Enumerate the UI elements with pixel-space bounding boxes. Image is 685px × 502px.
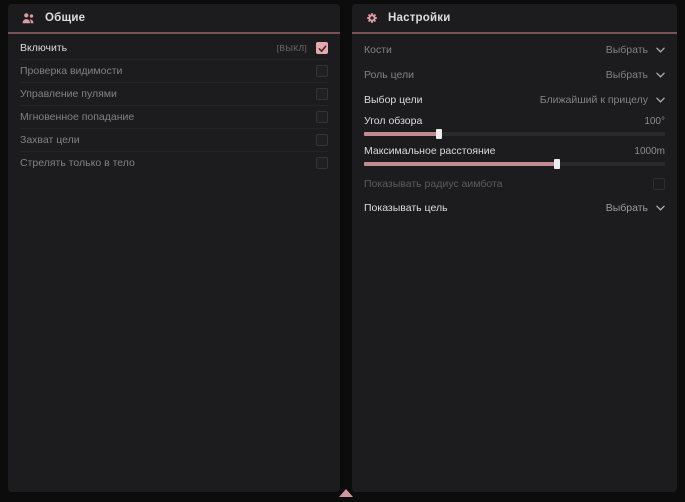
toggle-row[interactable]: Мгновенное попадание bbox=[20, 106, 328, 129]
toggle-row[interactable]: Показывать радиус аимбота bbox=[364, 172, 665, 195]
setting-label: Показывать радиус аимбота bbox=[364, 178, 503, 190]
row-controls bbox=[316, 65, 328, 77]
checkbox[interactable] bbox=[653, 178, 665, 190]
toggle-row[interactable]: Включить [ВЫКЛ] bbox=[20, 37, 328, 60]
dropdown-value: Выбрать bbox=[606, 202, 648, 214]
slider-head: Угол обзора 100° bbox=[364, 113, 665, 129]
slider-thumb[interactable] bbox=[436, 129, 442, 139]
checkbox[interactable] bbox=[316, 42, 328, 54]
setting-label: Стрелять только в тело bbox=[20, 157, 135, 169]
setting-label: Угол обзора bbox=[364, 115, 422, 127]
setting-label: Максимальное расстояние bbox=[364, 145, 495, 157]
dropdown-row: Выбор цели Ближайший к прицелу bbox=[364, 87, 665, 112]
dropdown-row: Роль цели Выбрать bbox=[364, 62, 665, 87]
settings-panel-body: Кости Выбрать Роль цели Выбрать Выбор цели Бл… bbox=[352, 34, 677, 220]
slider-head: Максимальное расстояние 1000m bbox=[364, 143, 665, 159]
chevron-down-icon bbox=[656, 72, 665, 78]
general-panel-body: Включить [ВЫКЛ] Проверка видимости Управлен… bbox=[8, 34, 340, 174]
dropdown-value: Выбрать bbox=[606, 69, 648, 81]
checkbox[interactable] bbox=[316, 157, 328, 169]
hotkey-label: [ВЫКЛ] bbox=[277, 43, 307, 53]
toggle-row[interactable]: Стрелять только в тело bbox=[20, 152, 328, 174]
people-icon bbox=[21, 12, 36, 25]
dropdown-row: Кости Выбрать bbox=[364, 37, 665, 62]
dropdown-value: Выбрать bbox=[606, 44, 648, 56]
dropdown-value: Ближайший к прицелу bbox=[540, 94, 648, 106]
slider[interactable] bbox=[364, 132, 665, 136]
setting-label: Роль цели bbox=[364, 69, 414, 81]
row-controls bbox=[316, 134, 328, 146]
slider-thumb[interactable] bbox=[554, 159, 560, 169]
checkbox[interactable] bbox=[316, 111, 328, 123]
settings-panel-header: Настройки bbox=[352, 4, 677, 32]
row-controls bbox=[653, 178, 665, 190]
panel-title: Настройки bbox=[388, 12, 450, 24]
slider[interactable] bbox=[364, 162, 665, 166]
toggle-row[interactable]: Проверка видимости bbox=[20, 60, 328, 83]
slider-row: Максимальное расстояние 1000m bbox=[364, 142, 665, 172]
chevron-down-icon bbox=[656, 97, 665, 103]
setting-label: Мгновенное попадание bbox=[20, 111, 134, 123]
dropdown[interactable]: Выбрать bbox=[606, 69, 665, 81]
dropdown[interactable]: Выбрать bbox=[606, 44, 665, 56]
panel-title: Общие bbox=[45, 12, 85, 24]
setting-label: Включить bbox=[20, 42, 67, 54]
row-controls bbox=[316, 88, 328, 100]
row-controls bbox=[316, 111, 328, 123]
row-controls bbox=[316, 157, 328, 169]
setting-label: Показывать цель bbox=[364, 202, 448, 214]
gear-icon bbox=[365, 11, 379, 25]
setting-label: Управление пулями bbox=[20, 88, 117, 100]
setting-label: Выбор цели bbox=[364, 94, 423, 106]
chevron-down-icon bbox=[656, 47, 665, 53]
checkbox[interactable] bbox=[316, 88, 328, 100]
slider-row: Угол обзора 100° bbox=[364, 112, 665, 142]
setting-label: Кости bbox=[364, 44, 392, 56]
row-controls: [ВЫКЛ] bbox=[277, 42, 328, 54]
checkbox[interactable] bbox=[316, 134, 328, 146]
setting-label: Проверка видимости bbox=[20, 65, 122, 77]
slider-value: 100° bbox=[644, 116, 665, 127]
setting-label: Захват цели bbox=[20, 134, 80, 146]
general-panel-header: Общие bbox=[8, 4, 340, 32]
dropdown[interactable]: Ближайший к прицелу bbox=[540, 94, 665, 106]
dropdown-row: Показывать цель Выбрать bbox=[364, 195, 665, 220]
settings-panel: Настройки Кости Выбрать Роль цели Выбрать Вы… bbox=[352, 4, 677, 492]
scroll-up-arrow-icon[interactable] bbox=[339, 489, 353, 497]
dropdown[interactable]: Выбрать bbox=[606, 202, 665, 214]
checkbox[interactable] bbox=[316, 65, 328, 77]
slider-value: 1000m bbox=[634, 146, 665, 157]
toggle-row[interactable]: Управление пулями bbox=[20, 83, 328, 106]
general-panel: Общие Включить [ВЫКЛ] Проверка видимости Уп… bbox=[8, 4, 340, 492]
slider-fill bbox=[364, 162, 557, 166]
chevron-down-icon bbox=[656, 205, 665, 211]
toggle-row[interactable]: Захват цели bbox=[20, 129, 328, 152]
slider-fill bbox=[364, 132, 439, 136]
